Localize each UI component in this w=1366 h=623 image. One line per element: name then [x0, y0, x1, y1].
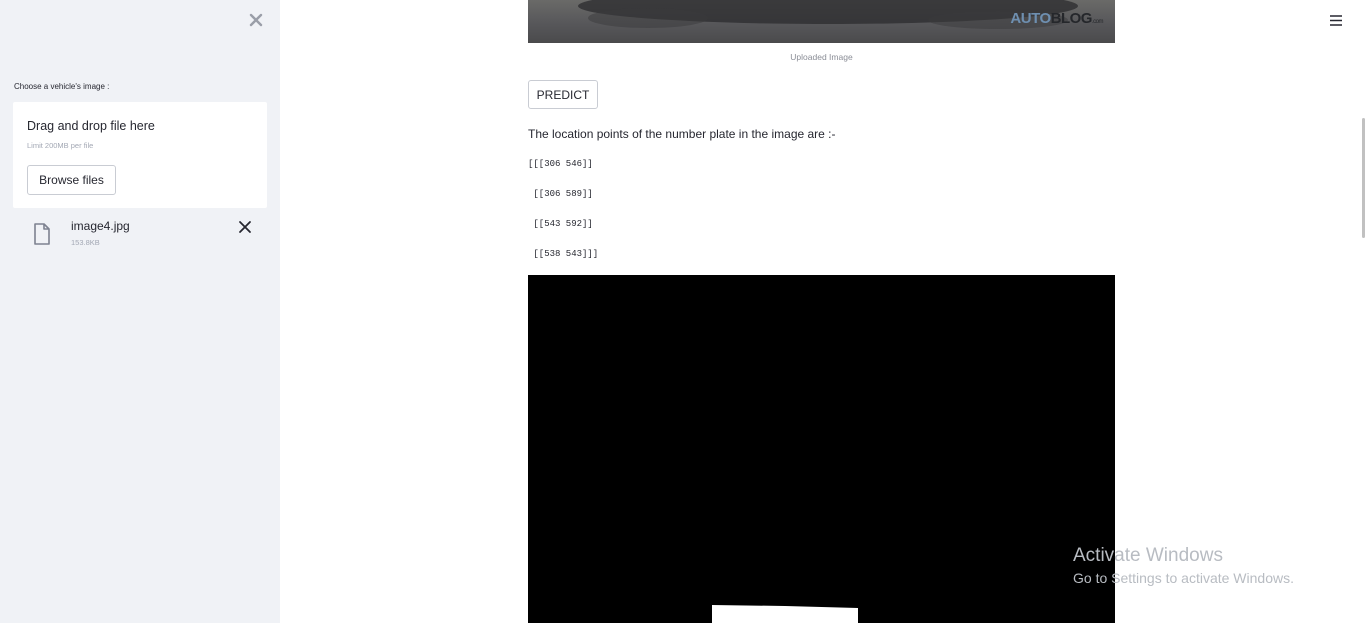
hamburger-menu-icon[interactable]	[1329, 14, 1343, 27]
uploader-label: Choose a vehicle's image :	[14, 82, 110, 91]
file-name: image4.jpg	[71, 219, 130, 233]
plate-mask-image	[528, 275, 1115, 623]
location-point-4: [[538 543]]]	[528, 249, 599, 259]
file-size: 153.8KB	[71, 238, 100, 247]
logo-auto-text: AUTO	[1010, 10, 1051, 27]
location-point-3: [[543 592]]	[528, 219, 593, 229]
logo-suffix-text: .com	[1091, 19, 1104, 25]
autoblog-watermark-logo: AUTOBLOG.com	[1010, 10, 1103, 27]
predict-button[interactable]: PREDICT	[528, 80, 598, 109]
browse-files-button[interactable]: Browse files	[27, 165, 116, 195]
page-scrollbar[interactable]	[1362, 118, 1365, 238]
location-point-2: [[306 589]]	[528, 189, 593, 199]
dropzone-limit: Limit 200MB per file	[27, 141, 94, 150]
uploaded-image: AUTOBLOG.com	[528, 0, 1115, 43]
close-sidebar-icon[interactable]	[247, 11, 265, 29]
file-dropzone[interactable]: Drag and drop file here Limit 200MB per …	[13, 102, 267, 208]
location-point-1: [[[306 546]]	[528, 159, 593, 169]
uploaded-file-item: image4.jpg 153.8KB	[13, 214, 267, 254]
image-caption: Uploaded Image	[790, 52, 853, 62]
location-points-heading: The location points of the number plate …	[528, 127, 836, 141]
dropzone-title: Drag and drop file here	[27, 119, 155, 133]
file-icon	[33, 223, 51, 250]
number-plate-mask	[712, 605, 858, 623]
sidebar: Choose a vehicle's image : Drag and drop…	[0, 0, 280, 623]
remove-file-icon[interactable]	[238, 220, 252, 234]
logo-blog-text: BLOG	[1050, 10, 1093, 27]
